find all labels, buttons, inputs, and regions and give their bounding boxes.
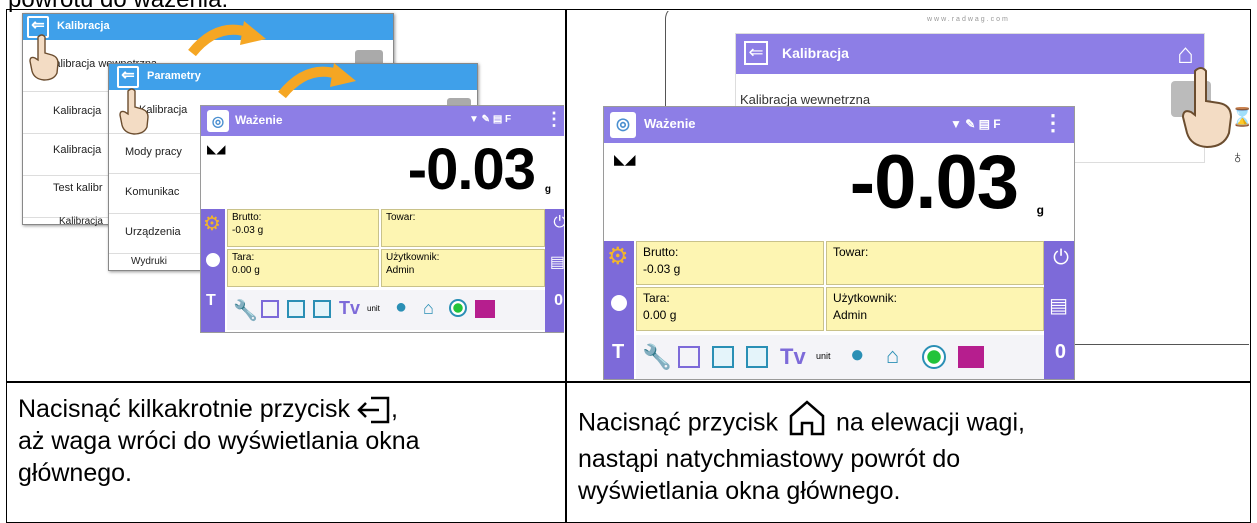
- tare-value-icon[interactable]: Tv: [339, 298, 360, 319]
- unit-change-icon[interactable]: unit: [816, 351, 831, 361]
- settings-gear-icon[interactable]: ⚙: [203, 214, 223, 234]
- weighing-screen-small: ◎ Ważenie ▼ ✎ ▤ F ⋮ ◣◢ -0.03 g ⚙ T ⏻ ▤ 0…: [200, 105, 564, 333]
- weight-reading: -0.03: [849, 140, 1019, 225]
- weighing-title: Ważenie: [644, 116, 696, 131]
- function-toolbar: 🔧 Tv unit ● ⌂: [636, 335, 1044, 379]
- home-outline-icon: [785, 399, 829, 437]
- zero-key[interactable]: 0: [554, 292, 563, 310]
- row-divider: [6, 381, 1251, 383]
- grid-icon[interactable]: [313, 300, 331, 318]
- back-arrow-icon: [357, 395, 391, 425]
- printer-icon[interactable]: ▤: [550, 252, 564, 272]
- grid-icon[interactable]: [712, 346, 734, 368]
- more-menu-icon[interactable]: ⋮: [545, 109, 563, 130]
- home-icon[interactable]: ⌂: [886, 343, 899, 369]
- power-icon[interactable]: ⏻: [553, 214, 564, 232]
- status-dot-icon[interactable]: [922, 345, 946, 369]
- weight-reading: -0.03: [407, 137, 536, 202]
- weight-unit: g: [544, 184, 551, 195]
- hand-pointer-icon: [29, 34, 59, 81]
- towar-field: Towar:: [826, 241, 1044, 285]
- home-icon[interactable]: ⌂: [423, 298, 434, 319]
- grid-icon[interactable]: [746, 346, 768, 368]
- printer-icon[interactable]: ▤: [1049, 293, 1068, 318]
- brutto-field: Brutto: -0.03 g: [636, 241, 824, 285]
- grid-target-icon[interactable]: [203, 250, 223, 270]
- user-field: Użytkownik: Admin: [826, 287, 1044, 331]
- user-icon[interactable]: ●: [395, 296, 407, 319]
- grid-target-icon[interactable]: [607, 291, 631, 315]
- left-caption: Nacisnąć kilkakrotnie przycisk , aż waga…: [18, 395, 420, 488]
- hand-pointer-icon: [1181, 67, 1233, 149]
- weighing-screen-large: ◎ Ważenie ▼ ✎ ▤ F ⋮ ◣◢ -0.03 g ⚙ T ⏻ ▤ 0…: [603, 106, 1075, 380]
- weighing-header: ◎ Ważenie ▼ ✎ ▤ F ⋮: [604, 107, 1074, 143]
- stability-marker: ◣◢: [207, 142, 226, 156]
- calibration-header: ⇐ Kalibracja ⌂: [736, 34, 1204, 74]
- wrench-icon[interactable]: 🔧: [233, 298, 258, 323]
- status-icons: ▼ ✎ ▤ F: [469, 114, 512, 125]
- calibration-title: Kalibracja: [782, 45, 849, 61]
- left-illustration: ⇐ Kalibracja Kalibracja wewnętrzna Kalib…: [8, 11, 564, 380]
- user-side-icon: ♁: [1231, 147, 1245, 167]
- weight-unit: g: [1036, 203, 1044, 217]
- report-icon[interactable]: [261, 300, 279, 318]
- menu-list-icon[interactable]: [475, 300, 495, 318]
- tara-field: Tara: 0.00 g: [227, 249, 379, 287]
- zero-key[interactable]: 0: [1055, 341, 1066, 364]
- power-icon[interactable]: ⏻: [1053, 247, 1069, 270]
- function-toolbar: 🔧 Tv unit ● ⌂: [227, 290, 545, 330]
- grid-icon[interactable]: [287, 300, 305, 318]
- status-dot-icon[interactable]: [449, 299, 467, 317]
- tara-field: Tara: 0.00 g: [636, 287, 824, 331]
- tare-key[interactable]: T: [612, 341, 624, 364]
- brutto-field: Brutto: -0.03 g: [227, 209, 379, 247]
- report-icon[interactable]: [678, 346, 700, 368]
- status-icons: ▼ ✎ ▤ F: [950, 117, 1001, 131]
- scale-icon: ◎: [207, 110, 229, 132]
- towar-field: Towar:: [381, 209, 545, 247]
- back-icon[interactable]: ⇐: [117, 66, 139, 88]
- website-label: www.radwag.com: [927, 16, 1010, 23]
- weighing-title: Ważenie: [235, 113, 283, 127]
- unit-change-icon[interactable]: unit: [367, 304, 380, 313]
- wrench-icon[interactable]: 🔧: [642, 343, 672, 372]
- calibration-menu-title: Kalibracja: [57, 20, 110, 32]
- tare-value-icon[interactable]: Tv: [780, 344, 806, 370]
- stability-marker: ◣◢: [614, 151, 636, 167]
- back-icon[interactable]: ⇐: [744, 41, 768, 65]
- tare-key[interactable]: T: [206, 292, 216, 310]
- scale-icon: ◎: [610, 112, 636, 138]
- hand-pointer-icon: [119, 88, 149, 135]
- parameters-menu-title: Parametry: [147, 70, 201, 82]
- right-illustration: www.radwag.com ⇐ Kalibracja ⌂ Kalibracja…: [567, 11, 1249, 380]
- more-menu-icon[interactable]: ⋮: [1042, 110, 1064, 136]
- weighing-header: ◎ Ważenie ▼ ✎ ▤ F ⋮: [201, 106, 564, 136]
- user-field: Użytkownik: Admin: [381, 249, 545, 287]
- menu-list-icon[interactable]: [958, 346, 984, 368]
- right-caption: Nacisnąć przycisk na elewacji wagi, nast…: [578, 400, 1248, 507]
- navigation-arrow-icon: [278, 63, 356, 99]
- navigation-arrow-icon: [188, 21, 266, 57]
- list-item[interactable]: Kalibracja wewnetrzna: [740, 92, 870, 107]
- user-icon[interactable]: ●: [850, 341, 865, 369]
- settings-gear-icon[interactable]: ⚙: [607, 245, 631, 269]
